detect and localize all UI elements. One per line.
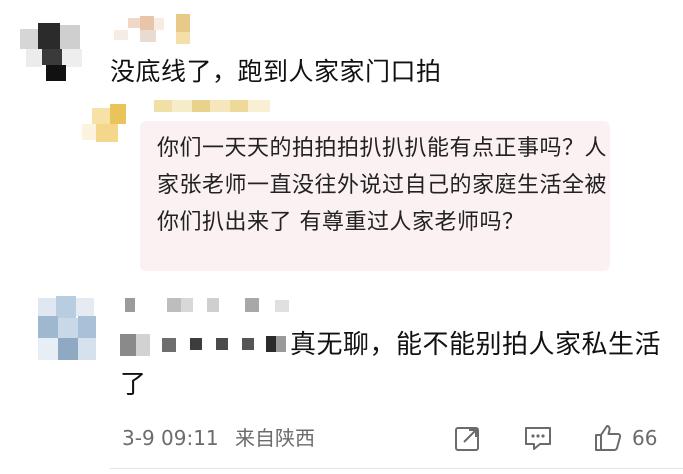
avatar[interactable]: [30, 292, 100, 364]
reply-username-pixelated[interactable]: [148, 96, 278, 118]
username-pixelated[interactable]: [110, 12, 220, 46]
location: 来自陕西: [235, 426, 316, 450]
reply-avatar[interactable]: [82, 98, 132, 150]
divider: [110, 468, 683, 469]
comment-icon[interactable]: [522, 422, 554, 454]
timestamp: 3-9 09:11: [122, 426, 219, 450]
reply-text: 你们一天天的拍拍拍扒扒扒能有点正事吗？人家张老师一直没往外说过自己的家庭生活全被…: [157, 136, 608, 235]
share-icon[interactable]: [452, 422, 484, 454]
like-count: 66: [632, 426, 658, 450]
comment-text: 没底线了，跑到人家家门口拍: [110, 57, 442, 86]
comment-text: 真无聊，能不能别拍人家私生活了: [120, 330, 662, 400]
thumbs-up-icon[interactable]: [592, 422, 624, 454]
comment-meta: 3-9 09:11 来自陕西: [122, 424, 325, 452]
username-pixelated[interactable]: [125, 296, 295, 318]
avatar[interactable]: [20, 15, 82, 81]
